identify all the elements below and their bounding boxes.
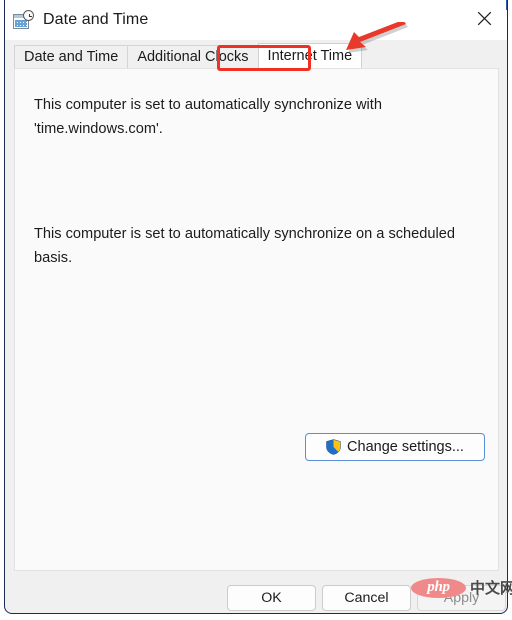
uac-shield-icon [326, 439, 341, 455]
sync-server-text: This computer is set to automatically sy… [34, 97, 382, 137]
tab-date-and-time[interactable]: Date and Time [14, 45, 129, 68]
change-settings-button[interactable]: Change settings... [305, 433, 485, 461]
window-title: Date and Time [43, 11, 149, 28]
apply-button: Apply [417, 585, 506, 611]
tab-additional-clocks[interactable]: Additional Clocks [127, 45, 259, 68]
title-bar: Date and Time [5, 0, 507, 40]
ok-button[interactable]: OK [227, 585, 316, 611]
tab-content-panel: This computer is set to automatically sy… [14, 68, 499, 571]
close-icon[interactable] [461, 0, 507, 36]
tab-strip: Date and Time Additional Clocks Internet… [5, 40, 507, 68]
tab-internet-time[interactable]: Internet Time [257, 43, 363, 68]
calendar-clock-icon [13, 10, 34, 31]
change-settings-label: Change settings... [347, 439, 464, 455]
sync-schedule-text: This computer is set to automatically sy… [34, 226, 455, 266]
screenshot-root: Date and Time Date and Time Additional C… [0, 0, 512, 620]
date-and-time-dialog: Date and Time Date and Time Additional C… [4, 0, 508, 614]
cancel-button[interactable]: Cancel [322, 585, 411, 611]
